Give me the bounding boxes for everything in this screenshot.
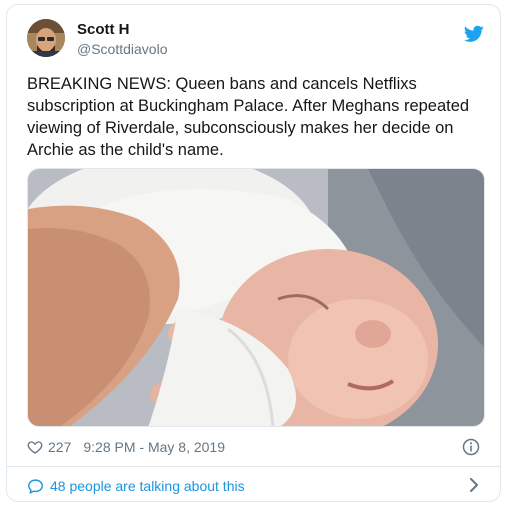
heart-icon[interactable]: [27, 439, 43, 455]
talking-about-label[interactable]: 48 people are talking about this: [50, 478, 245, 494]
speech-bubble-icon: [28, 478, 43, 494]
tweet-card[interactable]: Scott H @Scottdiavolo BREAKING NEWS: Que…: [6, 4, 501, 502]
tweet-timestamp[interactable]: 9:28 PM - May 8, 2019: [83, 439, 225, 455]
info-icon[interactable]: [462, 438, 480, 456]
author-handle[interactable]: @Scottdiavolo: [77, 40, 167, 58]
tweet-photo[interactable]: [27, 168, 485, 427]
like-count[interactable]: 227: [48, 439, 71, 455]
tweet-header: Scott H @Scottdiavolo: [27, 17, 488, 67]
author-display-name[interactable]: Scott H: [77, 21, 167, 39]
avatar[interactable]: [27, 19, 65, 57]
talking-about-link[interactable]: 48 people are talking about this: [27, 475, 488, 497]
tweet-text: BREAKING NEWS: Queen bans and cancels Ne…: [27, 75, 470, 159]
chevron-right-icon[interactable]: [468, 478, 480, 492]
twitter-bird-icon[interactable]: [464, 25, 484, 43]
tweet-meta: 227 9:28 PM - May 8, 2019: [27, 437, 488, 457]
author-names[interactable]: Scott H @Scottdiavolo: [77, 21, 167, 58]
divider: [7, 466, 500, 467]
